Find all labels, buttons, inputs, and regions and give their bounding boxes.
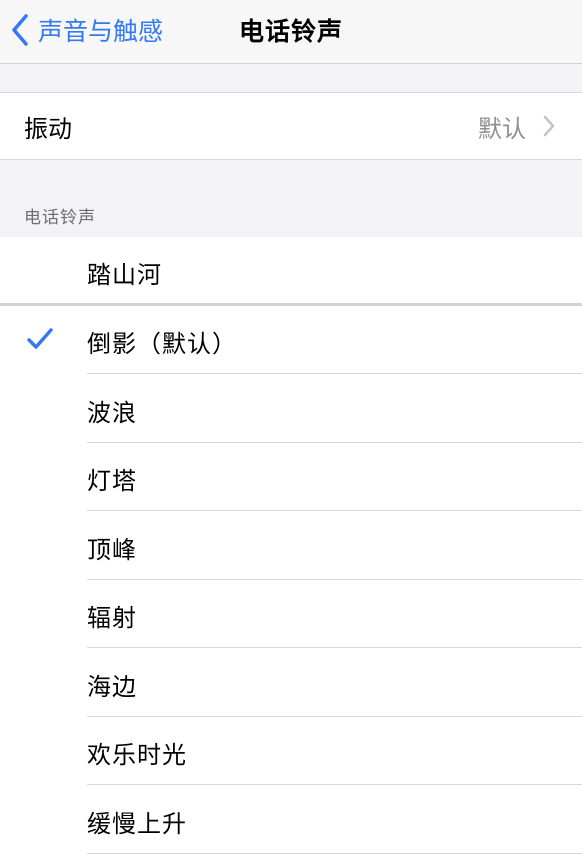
ringtone-list: 踏山河 倒影（默认） 波浪 灯塔 顶峰 辐射 海边 欢乐时光 缓慢上升 [0, 237, 582, 857]
ringtone-label: 缓慢上升 [87, 810, 187, 838]
ringtone-label: 波浪 [87, 399, 137, 427]
ringtone-row-selected[interactable]: 倒影（默认） [0, 306, 582, 374]
vibration-value: 默认 [478, 114, 526, 143]
divider [87, 373, 582, 374]
vibration-label: 振动 [24, 114, 72, 143]
ringtone-row[interactable]: 缓慢上升 [0, 786, 582, 854]
ringtone-row[interactable]: 踏山河 [0, 237, 582, 305]
ringtone-row[interactable]: 顶峰 [0, 512, 582, 580]
page-title: 电话铃声 [238, 17, 343, 46]
ringtone-row[interactable]: 灯塔 [0, 443, 582, 511]
ringtone-label: 倒影（默认） [87, 330, 237, 358]
navigation-bar: 声音与触感 电话铃声 [0, 0, 582, 64]
chevron-right-icon [543, 115, 555, 137]
section-header: 电话铃声 [24, 208, 96, 228]
ringtone-label: 顶峰 [87, 536, 137, 564]
ringtone-row[interactable]: 海边 [0, 649, 582, 717]
ringtone-label: 踏山河 [87, 261, 162, 289]
checkmark-icon [27, 328, 53, 349]
vibration-row[interactable]: 振动 默认 [0, 93, 582, 159]
divider [87, 647, 582, 648]
vibration-group: 振动 默认 [0, 92, 582, 160]
divider [87, 784, 582, 785]
ringtone-row[interactable]: 波浪 [0, 375, 582, 443]
ringtone-label: 辐射 [87, 604, 137, 632]
ringtone-label: 欢乐时光 [87, 741, 187, 769]
ringtone-label: 海边 [87, 673, 137, 701]
divider [87, 510, 582, 511]
ringtone-row[interactable]: 辐射 [0, 580, 582, 648]
ringtone-row[interactable]: 欢乐时光 [0, 717, 582, 785]
ringtone-label: 灯塔 [87, 467, 137, 495]
divider [87, 853, 582, 854]
